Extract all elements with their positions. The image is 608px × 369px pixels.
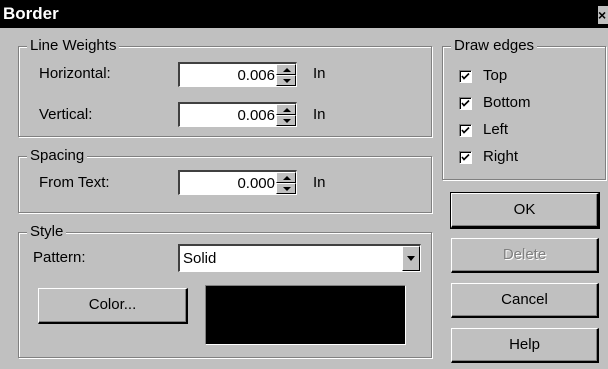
vertical-weight-value: 0.006	[237, 107, 275, 124]
cancel-button[interactable]: Cancel	[451, 283, 599, 318]
left-checkbox-label[interactable]: Left	[483, 121, 508, 139]
pattern-value: Solid	[183, 250, 217, 267]
checkmark-icon	[461, 99, 470, 107]
window-title: Border	[3, 4, 59, 23]
checkmark-icon	[461, 153, 470, 161]
spin-down-button[interactable]	[276, 183, 296, 194]
color-button[interactable]: Color...	[38, 288, 188, 324]
from-text-input[interactable]: 0.000	[178, 170, 297, 195]
from-text-label: From Text:	[39, 174, 110, 191]
spin-down-button[interactable]	[276, 115, 296, 126]
vertical-weight-spinner	[276, 104, 296, 126]
vertical-label: Vertical:	[39, 106, 93, 123]
from-text-value: 0.000	[237, 175, 275, 192]
style-legend: Style	[27, 223, 67, 241]
delete-button: Delete	[451, 238, 599, 273]
line-weights-legend: Line Weights	[27, 37, 120, 55]
horizontal-weight-input[interactable]: 0.006	[178, 62, 297, 87]
right-checkbox-label[interactable]: Right	[483, 148, 518, 166]
arrow-down-icon	[283, 119, 291, 123]
vertical-unit: In	[313, 106, 326, 123]
arrow-up-icon	[283, 68, 291, 72]
from-text-unit: In	[313, 174, 326, 191]
color-swatch	[205, 285, 406, 345]
checkmark-icon	[461, 72, 470, 80]
top-checkbox-label[interactable]: Top	[483, 67, 507, 85]
from-text-spinner	[276, 172, 296, 194]
spin-up-button[interactable]	[276, 172, 296, 183]
horizontal-weight-spinner	[276, 64, 296, 86]
vertical-weight-input[interactable]: 0.006	[178, 102, 297, 127]
spacing-legend: Spacing	[27, 147, 88, 165]
chevron-down-icon	[407, 256, 415, 261]
arrow-down-icon	[283, 79, 291, 83]
top-checkbox[interactable]	[459, 70, 472, 83]
help-button[interactable]: Help	[451, 328, 599, 363]
horizontal-weight-value: 0.006	[237, 67, 275, 84]
title-bar: Border ×	[0, 0, 608, 28]
horizontal-label: Horizontal:	[39, 65, 111, 82]
ok-button[interactable]: OK	[450, 192, 600, 229]
arrow-down-icon	[283, 187, 291, 191]
arrow-up-icon	[283, 176, 291, 180]
draw-edges-legend: Draw edges	[451, 37, 538, 55]
spin-up-button[interactable]	[276, 104, 296, 115]
spin-down-button[interactable]	[276, 75, 296, 86]
right-checkbox[interactable]	[459, 151, 472, 164]
spin-up-button[interactable]	[276, 64, 296, 75]
close-icon[interactable]: ×	[598, 6, 608, 24]
bottom-checkbox-label[interactable]: Bottom	[483, 94, 531, 112]
left-checkbox[interactable]	[459, 124, 472, 137]
bottom-checkbox[interactable]	[459, 97, 472, 110]
horizontal-unit: In	[313, 65, 326, 82]
pattern-label: Pattern:	[33, 249, 86, 266]
pattern-select[interactable]: Solid	[178, 244, 421, 272]
arrow-up-icon	[283, 108, 291, 112]
checkmark-icon	[461, 126, 470, 134]
pattern-dropdown-button[interactable]	[402, 246, 420, 271]
